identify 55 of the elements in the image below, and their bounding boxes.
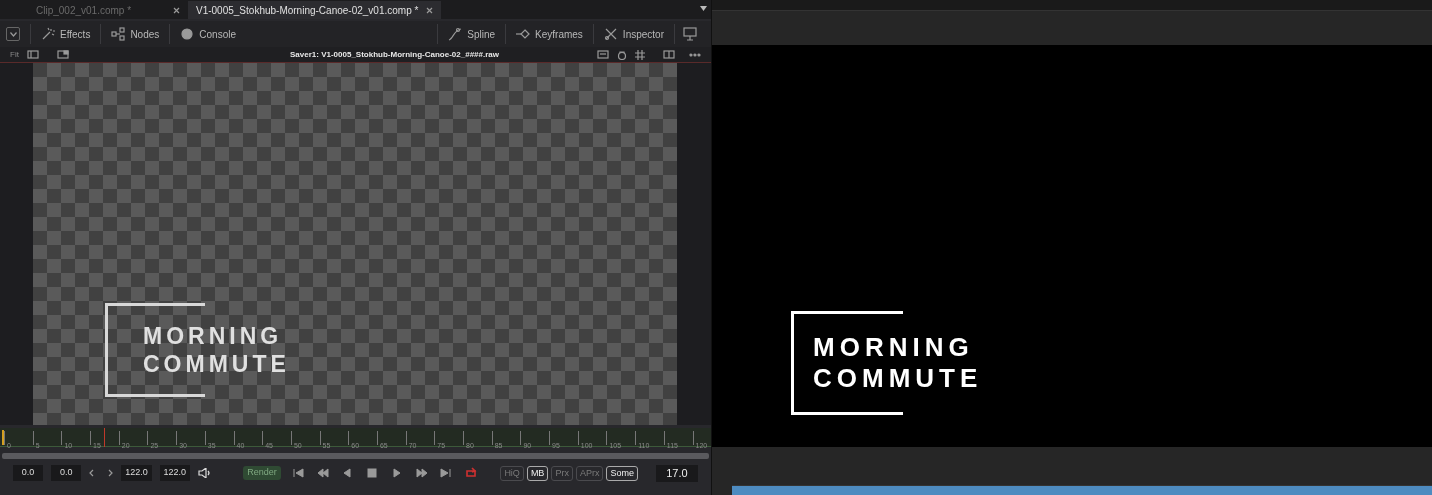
fast-forward-button[interactable] <box>414 466 430 480</box>
roi-icon <box>597 50 609 59</box>
keyframes-button[interactable]: Keyframes <box>505 24 593 44</box>
chevron-icon <box>9 31 17 37</box>
title-text: MORNING <box>143 322 284 350</box>
title-text: COMMUTE <box>143 350 291 378</box>
spline-button[interactable]: Spline <box>437 24 506 44</box>
frame-field[interactable]: 17.0 <box>655 464 698 482</box>
tools-icon <box>603 27 618 41</box>
more-icon <box>689 52 701 57</box>
nodes-button[interactable]: Nodes <box>100 24 170 44</box>
curve-icon <box>448 27 463 41</box>
title-text: COMMUTE <box>813 363 983 394</box>
dropdown-icon <box>700 6 707 11</box>
monitor-icon <box>683 27 697 41</box>
title-text: MORNING <box>813 332 975 363</box>
lock-icon <box>617 49 627 60</box>
timeline-clip[interactable] <box>732 485 1432 495</box>
toggle-button[interactable]: HiQ <box>500 465 524 481</box>
speaker-icon <box>197 468 211 478</box>
toggle-button[interactable]: Prx <box>551 465 573 481</box>
time-field[interactable]: 0.0 <box>51 465 82 481</box>
layout-icon <box>26 50 39 59</box>
effects-button[interactable]: Effects <box>30 24 101 44</box>
range-marker[interactable] <box>2 430 4 445</box>
nodes-icon <box>111 27 126 41</box>
time-field[interactable]: 122.0 <box>121 465 152 481</box>
menu-button[interactable] <box>6 27 20 41</box>
toggle-button[interactable]: MB <box>526 465 549 481</box>
inspector-button[interactable]: Inspector <box>592 24 674 44</box>
loop-button[interactable] <box>463 466 479 480</box>
toggle-button[interactable]: APrx <box>575 465 604 481</box>
wand-icon <box>41 27 55 41</box>
grid-icon <box>635 49 645 60</box>
console-button[interactable]: Console <box>169 24 246 44</box>
skip-forward-button[interactable] <box>439 466 454 480</box>
frame-icon <box>56 50 69 59</box>
viewer-title: Saver1: V1-0005_Stokhub-Morning-Canoe-02_####.raw <box>290 48 499 61</box>
diamond-icon <box>516 27 531 41</box>
tab[interactable]: V1-0005_Stokhub-Morning-Canoe-02_v01.comp * <box>188 1 442 19</box>
close-icon <box>426 6 434 14</box>
chevron-left-icon <box>89 469 95 477</box>
stop-button[interactable] <box>365 466 380 480</box>
chevron-right-icon <box>108 469 114 477</box>
close-icon <box>173 6 180 14</box>
time-field[interactable]: 0.0 <box>13 465 44 481</box>
skip-back-button[interactable] <box>291 466 306 480</box>
time-field[interactable]: 122.0 <box>159 465 190 481</box>
split-icon <box>663 50 675 59</box>
toggle-button[interactable]: Some <box>606 465 638 481</box>
circle-icon <box>180 27 195 41</box>
render-button[interactable]: Render <box>242 466 282 480</box>
scrollbar[interactable] <box>2 453 709 459</box>
rewind-button[interactable] <box>315 466 331 480</box>
fit-dropdown[interactable]: Fit <box>10 48 19 61</box>
